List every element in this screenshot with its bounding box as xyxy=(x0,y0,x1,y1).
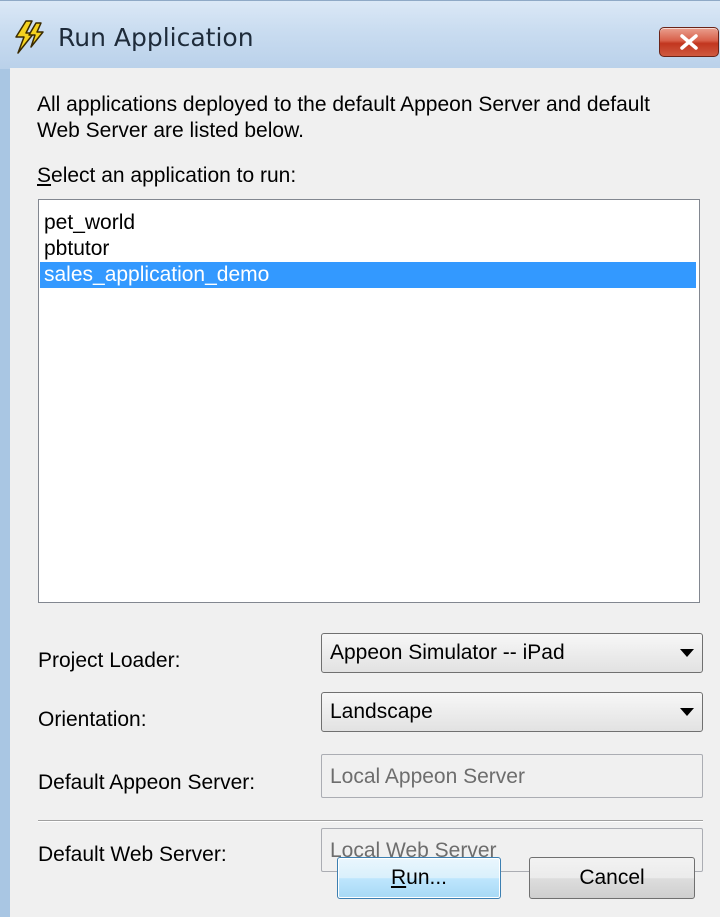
close-button[interactable] xyxy=(659,27,719,57)
run-application-dialog: Run Application All applications deploye… xyxy=(0,0,720,917)
list-item-sales-application-demo[interactable]: sales_application_demo xyxy=(40,262,696,288)
intro-text: All applications deployed to the default… xyxy=(37,93,650,142)
select-label-accelerator: S xyxy=(37,164,52,187)
dialog-client-area: All applications deployed to the default… xyxy=(10,68,720,917)
project-loader-dropdown[interactable]: Appeon Simulator -- iPad xyxy=(321,633,703,673)
run-button-accelerator: R xyxy=(390,866,407,889)
orientation-label: Orientation: xyxy=(38,708,147,731)
default-appeon-server-field: Local Appeon Server xyxy=(321,754,703,798)
select-application-label: Select an application to run: xyxy=(37,164,296,188)
orientation-value: Landscape xyxy=(330,700,433,723)
button-separator xyxy=(38,820,703,822)
window-title: Run Application xyxy=(58,23,254,52)
project-loader-label: Project Loader: xyxy=(38,649,181,672)
default-appeon-server-value: Local Appeon Server xyxy=(330,765,525,788)
close-icon xyxy=(680,34,698,50)
select-label-rest: elect an application to run: xyxy=(51,164,297,187)
lightning-bolt-icon xyxy=(15,20,44,54)
default-appeon-server-label: Default Appeon Server: xyxy=(38,771,256,794)
title-bar[interactable]: Run Application xyxy=(0,0,720,69)
application-list[interactable]: pet_world pbtutor sales_application_demo xyxy=(38,199,700,603)
run-button-label: un... xyxy=(406,866,448,889)
default-web-server-label: Default Web Server: xyxy=(38,843,227,866)
project-loader-value: Appeon Simulator -- iPad xyxy=(330,641,565,664)
chevron-down-icon xyxy=(680,708,694,716)
orientation-dropdown[interactable]: Landscape xyxy=(321,692,703,732)
run-button[interactable]: Run... xyxy=(337,857,501,899)
list-item-pbtutor[interactable]: pbtutor xyxy=(40,236,696,262)
cancel-button[interactable]: Cancel xyxy=(529,857,695,899)
list-item-pet-world[interactable]: pet_world xyxy=(40,210,696,236)
chevron-down-icon xyxy=(680,649,694,657)
